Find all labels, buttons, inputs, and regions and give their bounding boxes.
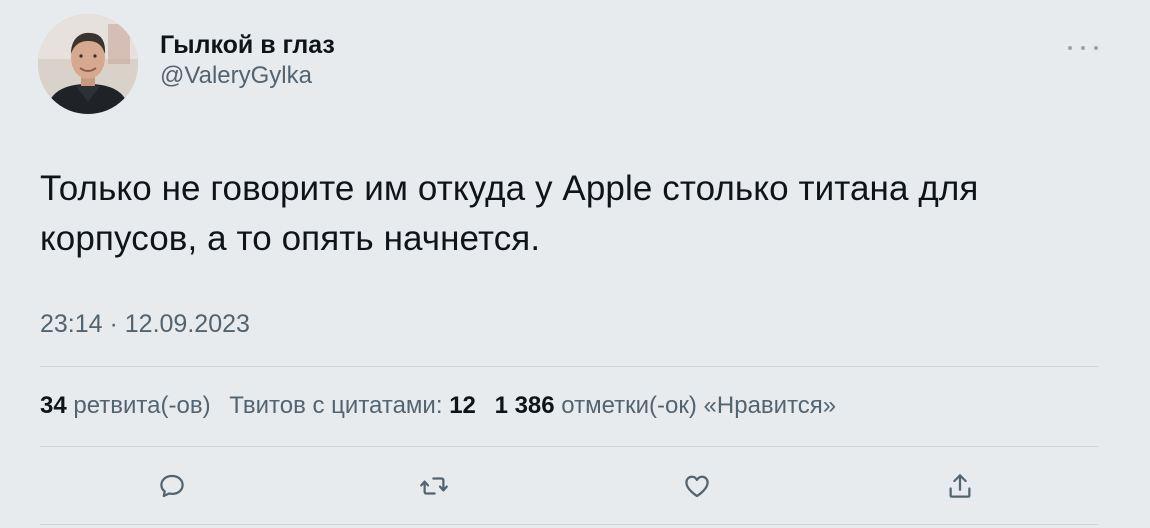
divider (40, 524, 1098, 525)
retweets-stat[interactable]: 34 ретвита(-ов) (40, 392, 211, 419)
share-button[interactable] (940, 466, 980, 506)
heart-icon (685, 475, 709, 498)
likes-count: 1 386 (494, 392, 555, 419)
share-icon (949, 474, 971, 498)
divider (40, 446, 1098, 447)
divider (40, 366, 1098, 367)
tweet-stats: 34 ретвита(-ов) Твитов с цитатами: 12 1 … (40, 388, 848, 424)
retweet-icon (420, 477, 448, 495)
retweets-label: ретвита(-ов) (73, 392, 211, 419)
avatar[interactable] (38, 14, 138, 114)
dot (1081, 46, 1085, 50)
dot (1094, 46, 1098, 50)
tweet-card: Гылкой в глаз @ValeryGylka Только не гов… (0, 0, 1150, 528)
quotes-stat[interactable]: Твитов с цитатами: 12 (229, 392, 476, 419)
likes-label: отметки(-ок) «Нравится» (561, 392, 837, 419)
tweet-text: Только не говорите им откуда у Apple сто… (40, 169, 979, 258)
retweets-count: 34 (40, 392, 67, 419)
likes-stat[interactable]: 1 386 отметки(-ок) «Нравится» (495, 392, 837, 419)
author-names: Гылкой в глаз @ValeryGylka (160, 30, 335, 92)
quotes-count: 12 (449, 392, 476, 419)
author-handle[interactable]: @ValeryGylka (160, 60, 335, 92)
author-display-name[interactable]: Гылкой в глаз (160, 30, 335, 60)
tweet-timestamp[interactable]: 23:14 · 12.09.2023 (40, 306, 250, 342)
more-options-icon[interactable] (1068, 38, 1098, 58)
quotes-label: Твитов с цитатами: (229, 392, 443, 419)
tweet-header: Гылкой в глаз @ValeryGylka (38, 14, 335, 114)
action-bar (0, 466, 1150, 506)
retweet-button[interactable] (414, 466, 454, 506)
profile-photo-icon (38, 14, 138, 114)
dot (1068, 46, 1072, 50)
like-button[interactable] (677, 466, 717, 506)
reply-button[interactable] (152, 466, 192, 506)
speech-bubble-icon (160, 474, 184, 498)
